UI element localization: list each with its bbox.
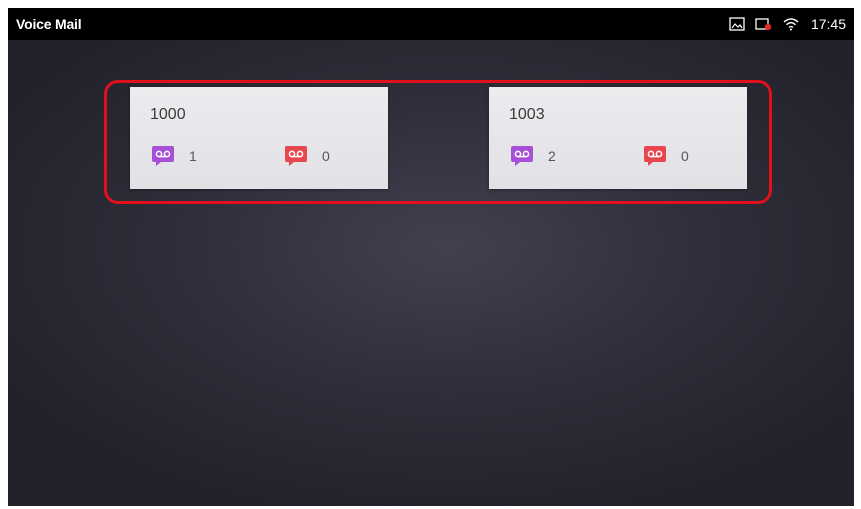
account-number: 1000 bbox=[150, 106, 186, 123]
voicemail-screen: Voice Mail 17:45 1000 1 0 1003 2 0 bbox=[8, 8, 854, 506]
sim-card-icon bbox=[755, 17, 773, 31]
clock: 17:45 bbox=[810, 16, 846, 32]
new-voicemail-indicator: 2 bbox=[510, 145, 556, 167]
urgent-voicemail-count: 0 bbox=[681, 148, 689, 164]
urgent-voicemail-icon bbox=[643, 145, 667, 167]
new-voicemail-indicator: 1 bbox=[151, 145, 197, 167]
new-voicemail-icon bbox=[510, 145, 534, 167]
urgent-voicemail-indicator: 0 bbox=[284, 145, 330, 167]
account-number: 1003 bbox=[509, 106, 545, 123]
voicemail-account-card[interactable]: 1000 1 0 bbox=[130, 87, 388, 189]
status-icons: 17:45 bbox=[719, 8, 846, 40]
new-voicemail-icon bbox=[151, 145, 175, 167]
urgent-voicemail-icon bbox=[284, 145, 308, 167]
gallery-icon bbox=[729, 17, 745, 31]
urgent-voicemail-count: 0 bbox=[322, 148, 330, 164]
status-bar: Voice Mail 17:45 bbox=[8, 8, 854, 40]
voicemail-account-card[interactable]: 1003 2 0 bbox=[489, 87, 747, 189]
wifi-icon bbox=[783, 17, 799, 31]
app-title: Voice Mail bbox=[16, 16, 82, 32]
new-voicemail-count: 1 bbox=[189, 148, 197, 164]
urgent-voicemail-indicator: 0 bbox=[643, 145, 689, 167]
new-voicemail-count: 2 bbox=[548, 148, 556, 164]
